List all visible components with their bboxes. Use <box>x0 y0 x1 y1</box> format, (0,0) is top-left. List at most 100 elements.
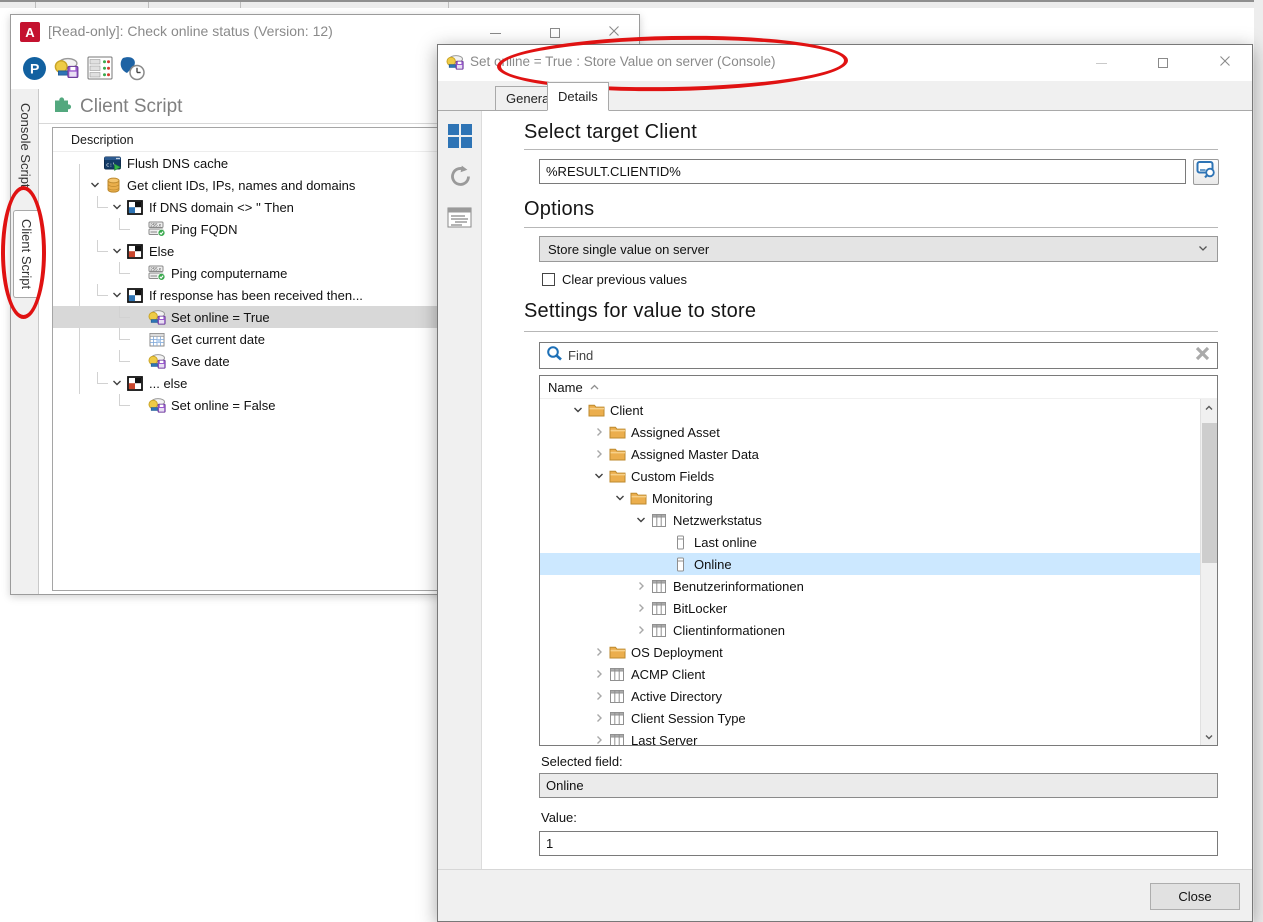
scroll-down-icon[interactable] <box>1201 728 1217 745</box>
tree-row-clientinformationen[interactable]: Clientinformationen <box>540 619 1200 641</box>
dialog-titlebar[interactable]: Set online = True : Store Value on serve… <box>438 45 1252 81</box>
tree-row-netzwerkstatus[interactable]: Netzwerkstatus <box>540 509 1200 531</box>
tree-row-bitlocker[interactable]: BitLocker <box>540 597 1200 619</box>
tree-row-assigned-asset[interactable]: Assigned Asset <box>540 421 1200 443</box>
tree-row-if-response-has-been-received-then[interactable]: If response has been received then... <box>53 284 444 306</box>
value-input[interactable] <box>539 831 1218 856</box>
svg-text:P: P <box>30 61 39 77</box>
tree-row-os-deployment[interactable]: OS Deployment <box>540 641 1200 663</box>
chevron-right-icon[interactable] <box>591 424 607 440</box>
tree-row-get-current-date[interactable]: Get current date <box>53 328 444 350</box>
chevron-placeholder <box>131 265 147 281</box>
chevron-right-icon[interactable] <box>591 732 607 745</box>
tree-connector <box>97 284 108 296</box>
folder-icon <box>586 403 606 417</box>
tree-row-save-date[interactable]: Save date <box>53 350 444 372</box>
tree-row-active-directory[interactable]: Active Directory <box>540 685 1200 707</box>
chevron-right-icon[interactable] <box>633 578 649 594</box>
tree-row-ping-computername[interactable]: 255.xPing computername <box>53 262 444 284</box>
clear-previous-values-checkbox[interactable] <box>542 273 555 286</box>
tree-row-client[interactable]: Client <box>540 399 1200 421</box>
store-mode-dropdown[interactable]: Store single value on server <box>539 236 1218 262</box>
target-client-input[interactable] <box>539 159 1186 184</box>
chevron-right-icon[interactable] <box>633 622 649 638</box>
tree-row-label: Set online = False <box>171 398 275 413</box>
chevron-right-icon[interactable] <box>591 710 607 726</box>
dialog-footer: Close <box>438 869 1252 921</box>
selected-field-value <box>539 773 1218 798</box>
chevron-down-icon[interactable] <box>109 287 125 303</box>
description-column-header[interactable]: Description <box>53 128 444 152</box>
clear-search-icon[interactable] <box>1194 345 1211 367</box>
chevron-right-icon[interactable] <box>591 644 607 660</box>
flag-red-icon <box>125 376 145 391</box>
close-dialog-button[interactable]: Close <box>1150 883 1240 910</box>
tree-row-assigned-master-data[interactable]: Assigned Master Data <box>540 443 1200 465</box>
flag-red-icon <box>125 244 145 259</box>
tree-row-benutzerinformationen[interactable]: Benutzerinformationen <box>540 575 1200 597</box>
refresh-icon-button[interactable] <box>447 163 474 195</box>
settings-heading: Settings for value to store <box>524 300 756 323</box>
scroll-up-icon[interactable] <box>1201 399 1217 416</box>
minimize-button[interactable] <box>480 21 510 45</box>
sort-ascending-icon <box>589 376 600 399</box>
tree-row-if-dns-domain-then[interactable]: If DNS domain <> '' Then <box>53 196 444 218</box>
dialog-close-button[interactable] <box>1210 51 1240 75</box>
chevron-right-icon[interactable] <box>591 688 607 704</box>
tree-row-label: Client Session Type <box>631 711 746 726</box>
chevron-placeholder <box>131 331 147 347</box>
close-button[interactable] <box>599 21 629 45</box>
chevron-placeholder <box>654 556 670 572</box>
section-divider <box>524 331 1218 332</box>
tiles-icon-button[interactable] <box>447 123 473 154</box>
chevron-right-icon[interactable] <box>633 600 649 616</box>
tree-row-label: Custom Fields <box>631 469 714 484</box>
store-value-toolbar-button[interactable] <box>54 56 79 84</box>
tree-row-label: OS Deployment <box>631 645 723 660</box>
chevron-down-icon[interactable] <box>109 243 125 259</box>
tree-row-else[interactable]: ... else <box>53 372 444 394</box>
chevron-down-icon[interactable] <box>633 512 649 528</box>
scrollbar-thumb[interactable] <box>1202 423 1217 563</box>
chevron-down-icon[interactable] <box>591 468 607 484</box>
tree-row-custom-fields[interactable]: Custom Fields <box>540 465 1200 487</box>
dialog-maximize-button[interactable] <box>1148 51 1178 75</box>
screenshot-root: A [Read-only]: Check online status (Vers… <box>0 0 1263 922</box>
chevron-down-icon[interactable] <box>570 402 586 418</box>
chevron-down-icon[interactable] <box>109 199 125 215</box>
tab-client-script[interactable]: Client Script <box>13 210 40 298</box>
tree-row-label: Assigned Asset <box>631 425 720 440</box>
tree-scrollbar[interactable] <box>1200 399 1217 745</box>
flag-blue-icon <box>125 200 145 215</box>
chevron-right-icon[interactable] <box>591 666 607 682</box>
tree-row-else[interactable]: Else <box>53 240 444 262</box>
tree-row-last-online[interactable]: Last online <box>540 531 1200 553</box>
chevron-down-icon[interactable] <box>87 177 103 193</box>
tree-row-set-online-true[interactable]: Set online = True <box>53 306 444 328</box>
chevron-down-icon[interactable] <box>612 490 628 506</box>
tree-row-online[interactable]: Online <box>540 553 1200 575</box>
tree-row-acmp-client[interactable]: ACMP Client <box>540 663 1200 685</box>
find-input[interactable] <box>568 348 1189 363</box>
report-icon-button[interactable] <box>447 207 472 233</box>
maximize-button[interactable] <box>540 21 570 45</box>
tree-row-set-online-false[interactable]: Set online = False <box>53 394 444 416</box>
chevron-right-icon[interactable] <box>591 446 607 462</box>
chevron-down-icon[interactable] <box>109 375 125 391</box>
tree-row-flush-dns-cache[interactable]: c:\Flush DNS cache <box>53 152 444 174</box>
tab-console-script[interactable]: Console Script <box>13 95 39 196</box>
tree-row-get-client-ids-ips-names-and-domains[interactable]: Get client IDs, IPs, names and domains <box>53 174 444 196</box>
schedule-toolbar-button[interactable] <box>119 56 146 86</box>
tree-row-ping-fqdn[interactable]: 255.xPing FQDN <box>53 218 444 240</box>
tree-row-client-session-type[interactable]: Client Session Type <box>540 707 1200 729</box>
tree-row-monitoring[interactable]: Monitoring <box>540 487 1200 509</box>
flag-blue-icon <box>125 288 145 303</box>
tree-row-label: Benutzerinformationen <box>673 579 804 594</box>
dialog-minimize-button[interactable] <box>1086 51 1116 75</box>
name-column-header[interactable]: Name <box>540 376 1217 399</box>
browse-client-button[interactable] <box>1193 159 1219 185</box>
tree-row-last-server[interactable]: Last Server <box>540 729 1200 745</box>
tab-details[interactable]: Details <box>547 82 609 111</box>
phase-toolbar-button[interactable]: P <box>22 56 47 86</box>
server-toolbar-button[interactable] <box>87 56 113 85</box>
